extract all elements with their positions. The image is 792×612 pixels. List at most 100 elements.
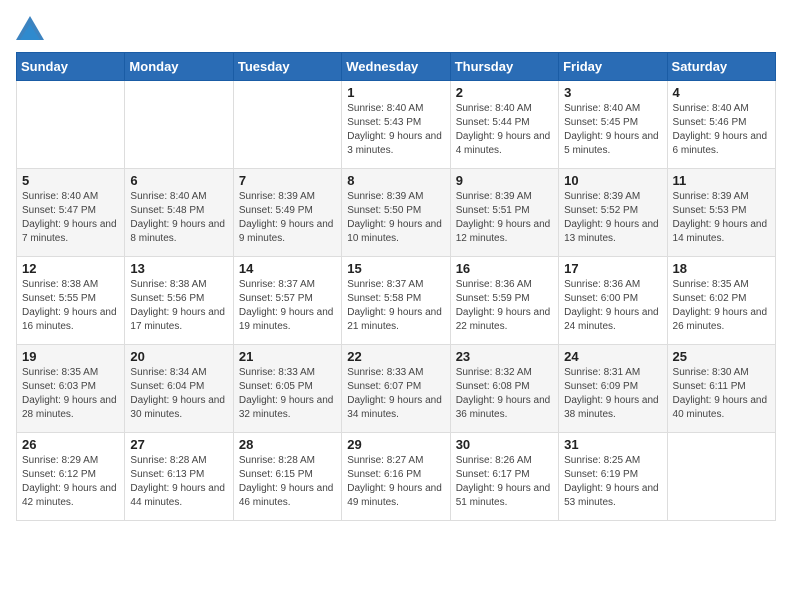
day-number: 6	[130, 173, 227, 188]
calendar-cell: 17 Sunrise: 8:36 AM Sunset: 6:00 PM Dayli…	[559, 257, 667, 345]
day-number: 25	[673, 349, 770, 364]
day-number: 17	[564, 261, 661, 276]
calendar-body: 1 Sunrise: 8:40 AM Sunset: 5:43 PM Daylig…	[17, 81, 776, 521]
calendar-cell: 14 Sunrise: 8:37 AM Sunset: 5:57 PM Dayli…	[233, 257, 341, 345]
day-info: Sunrise: 8:40 AM Sunset: 5:47 PM Dayligh…	[22, 190, 119, 246]
day-number: 16	[456, 261, 553, 276]
day-info: Sunrise: 8:30 AM Sunset: 6:11 PM Dayligh…	[673, 366, 770, 422]
day-number: 24	[564, 349, 661, 364]
day-info: Sunrise: 8:40 AM Sunset: 5:44 PM Dayligh…	[456, 102, 553, 158]
header-day-wednesday: Wednesday	[342, 53, 450, 81]
day-info: Sunrise: 8:28 AM Sunset: 6:13 PM Dayligh…	[130, 454, 227, 510]
calendar-cell: 10 Sunrise: 8:39 AM Sunset: 5:52 PM Dayli…	[559, 169, 667, 257]
day-number: 26	[22, 437, 119, 452]
calendar-cell	[233, 81, 341, 169]
day-info: Sunrise: 8:38 AM Sunset: 5:55 PM Dayligh…	[22, 278, 119, 334]
day-number: 10	[564, 173, 661, 188]
calendar-cell	[125, 81, 233, 169]
day-number: 4	[673, 85, 770, 100]
day-number: 30	[456, 437, 553, 452]
day-number: 18	[673, 261, 770, 276]
header-day-sunday: Sunday	[17, 53, 125, 81]
calendar-cell: 12Sunrise: 8:38 AM Sunset: 5:55 PM Dayli…	[17, 257, 125, 345]
calendar-cell: 21 Sunrise: 8:33 AM Sunset: 6:05 PM Dayli…	[233, 345, 341, 433]
day-number: 15	[347, 261, 444, 276]
calendar-cell: 30 Sunrise: 8:26 AM Sunset: 6:17 PM Dayli…	[450, 433, 558, 521]
day-info: Sunrise: 8:25 AM Sunset: 6:19 PM Dayligh…	[564, 454, 661, 510]
calendar-cell: 23Sunrise: 8:32 AM Sunset: 6:08 PM Dayli…	[450, 345, 558, 433]
day-number: 28	[239, 437, 336, 452]
day-number: 2	[456, 85, 553, 100]
logo	[16, 16, 48, 40]
calendar-cell	[17, 81, 125, 169]
week-row-2: 12Sunrise: 8:38 AM Sunset: 5:55 PM Dayli…	[17, 257, 776, 345]
calendar-cell: 3Sunrise: 8:40 AM Sunset: 5:45 PM Daylig…	[559, 81, 667, 169]
calendar-cell: 9 Sunrise: 8:39 AM Sunset: 5:51 PM Daylig…	[450, 169, 558, 257]
header-day-friday: Friday	[559, 53, 667, 81]
day-info: Sunrise: 8:33 AM Sunset: 6:05 PM Dayligh…	[239, 366, 336, 422]
week-row-3: 19 Sunrise: 8:35 AM Sunset: 6:03 PM Dayli…	[17, 345, 776, 433]
day-info: Sunrise: 8:40 AM Sunset: 5:43 PM Dayligh…	[347, 102, 444, 158]
day-number: 22	[347, 349, 444, 364]
calendar-cell: 18 Sunrise: 8:35 AM Sunset: 6:02 PM Dayli…	[667, 257, 775, 345]
day-info: Sunrise: 8:39 AM Sunset: 5:50 PM Dayligh…	[347, 190, 444, 246]
day-info: Sunrise: 8:39 AM Sunset: 5:51 PM Dayligh…	[456, 190, 553, 246]
week-row-4: 26 Sunrise: 8:29 AM Sunset: 6:12 PM Dayli…	[17, 433, 776, 521]
calendar-cell: 11Sunrise: 8:39 AM Sunset: 5:53 PM Dayli…	[667, 169, 775, 257]
day-info: Sunrise: 8:26 AM Sunset: 6:17 PM Dayligh…	[456, 454, 553, 510]
calendar-cell	[667, 433, 775, 521]
header-day-thursday: Thursday	[450, 53, 558, 81]
calendar-cell: 20Sunrise: 8:34 AM Sunset: 6:04 PM Dayli…	[125, 345, 233, 433]
header-day-saturday: Saturday	[667, 53, 775, 81]
calendar-header: SundayMondayTuesdayWednesdayThursdayFrid…	[17, 53, 776, 81]
day-info: Sunrise: 8:29 AM Sunset: 6:12 PM Dayligh…	[22, 454, 119, 510]
logo-icon	[16, 16, 44, 40]
day-info: Sunrise: 8:27 AM Sunset: 6:16 PM Dayligh…	[347, 454, 444, 510]
day-info: Sunrise: 8:40 AM Sunset: 5:45 PM Dayligh…	[564, 102, 661, 158]
calendar-cell: 19 Sunrise: 8:35 AM Sunset: 6:03 PM Dayli…	[17, 345, 125, 433]
day-number: 9	[456, 173, 553, 188]
calendar-cell: 27 Sunrise: 8:28 AM Sunset: 6:13 PM Dayli…	[125, 433, 233, 521]
day-info: Sunrise: 8:40 AM Sunset: 5:46 PM Dayligh…	[673, 102, 770, 158]
day-info: Sunrise: 8:39 AM Sunset: 5:52 PM Dayligh…	[564, 190, 661, 246]
day-number: 5	[22, 173, 119, 188]
calendar-cell: 6 Sunrise: 8:40 AM Sunset: 5:48 PM Daylig…	[125, 169, 233, 257]
day-info: Sunrise: 8:32 AM Sunset: 6:08 PM Dayligh…	[456, 366, 553, 422]
header-row: SundayMondayTuesdayWednesdayThursdayFrid…	[17, 53, 776, 81]
day-info: Sunrise: 8:36 AM Sunset: 6:00 PM Dayligh…	[564, 278, 661, 334]
calendar-cell: 25 Sunrise: 8:30 AM Sunset: 6:11 PM Dayli…	[667, 345, 775, 433]
calendar-cell: 2 Sunrise: 8:40 AM Sunset: 5:44 PM Daylig…	[450, 81, 558, 169]
day-number: 1	[347, 85, 444, 100]
header-day-tuesday: Tuesday	[233, 53, 341, 81]
day-number: 21	[239, 349, 336, 364]
day-number: 27	[130, 437, 227, 452]
calendar-cell: 8 Sunrise: 8:39 AM Sunset: 5:50 PM Daylig…	[342, 169, 450, 257]
page-header	[16, 16, 776, 40]
day-number: 14	[239, 261, 336, 276]
day-number: 7	[239, 173, 336, 188]
day-number: 11	[673, 173, 770, 188]
day-info: Sunrise: 8:38 AM Sunset: 5:56 PM Dayligh…	[130, 278, 227, 334]
day-number: 8	[347, 173, 444, 188]
calendar-cell: 7Sunrise: 8:39 AM Sunset: 5:49 PM Daylig…	[233, 169, 341, 257]
calendar-table: SundayMondayTuesdayWednesdayThursdayFrid…	[16, 52, 776, 521]
calendar-cell: 28Sunrise: 8:28 AM Sunset: 6:15 PM Dayli…	[233, 433, 341, 521]
calendar-cell: 22Sunrise: 8:33 AM Sunset: 6:07 PM Dayli…	[342, 345, 450, 433]
calendar-cell: 26 Sunrise: 8:29 AM Sunset: 6:12 PM Dayli…	[17, 433, 125, 521]
calendar-cell: 29 Sunrise: 8:27 AM Sunset: 6:16 PM Dayli…	[342, 433, 450, 521]
day-info: Sunrise: 8:35 AM Sunset: 6:02 PM Dayligh…	[673, 278, 770, 334]
day-info: Sunrise: 8:37 AM Sunset: 5:57 PM Dayligh…	[239, 278, 336, 334]
calendar-cell: 24Sunrise: 8:31 AM Sunset: 6:09 PM Dayli…	[559, 345, 667, 433]
day-info: Sunrise: 8:40 AM Sunset: 5:48 PM Dayligh…	[130, 190, 227, 246]
calendar-cell: 15Sunrise: 8:37 AM Sunset: 5:58 PM Dayli…	[342, 257, 450, 345]
week-row-1: 5 Sunrise: 8:40 AM Sunset: 5:47 PM Daylig…	[17, 169, 776, 257]
day-number: 13	[130, 261, 227, 276]
header-day-monday: Monday	[125, 53, 233, 81]
day-number: 19	[22, 349, 119, 364]
calendar-cell: 4 Sunrise: 8:40 AM Sunset: 5:46 PM Daylig…	[667, 81, 775, 169]
week-row-0: 1 Sunrise: 8:40 AM Sunset: 5:43 PM Daylig…	[17, 81, 776, 169]
calendar-cell: 1 Sunrise: 8:40 AM Sunset: 5:43 PM Daylig…	[342, 81, 450, 169]
day-number: 29	[347, 437, 444, 452]
day-info: Sunrise: 8:35 AM Sunset: 6:03 PM Dayligh…	[22, 366, 119, 422]
calendar-cell: 31Sunrise: 8:25 AM Sunset: 6:19 PM Dayli…	[559, 433, 667, 521]
